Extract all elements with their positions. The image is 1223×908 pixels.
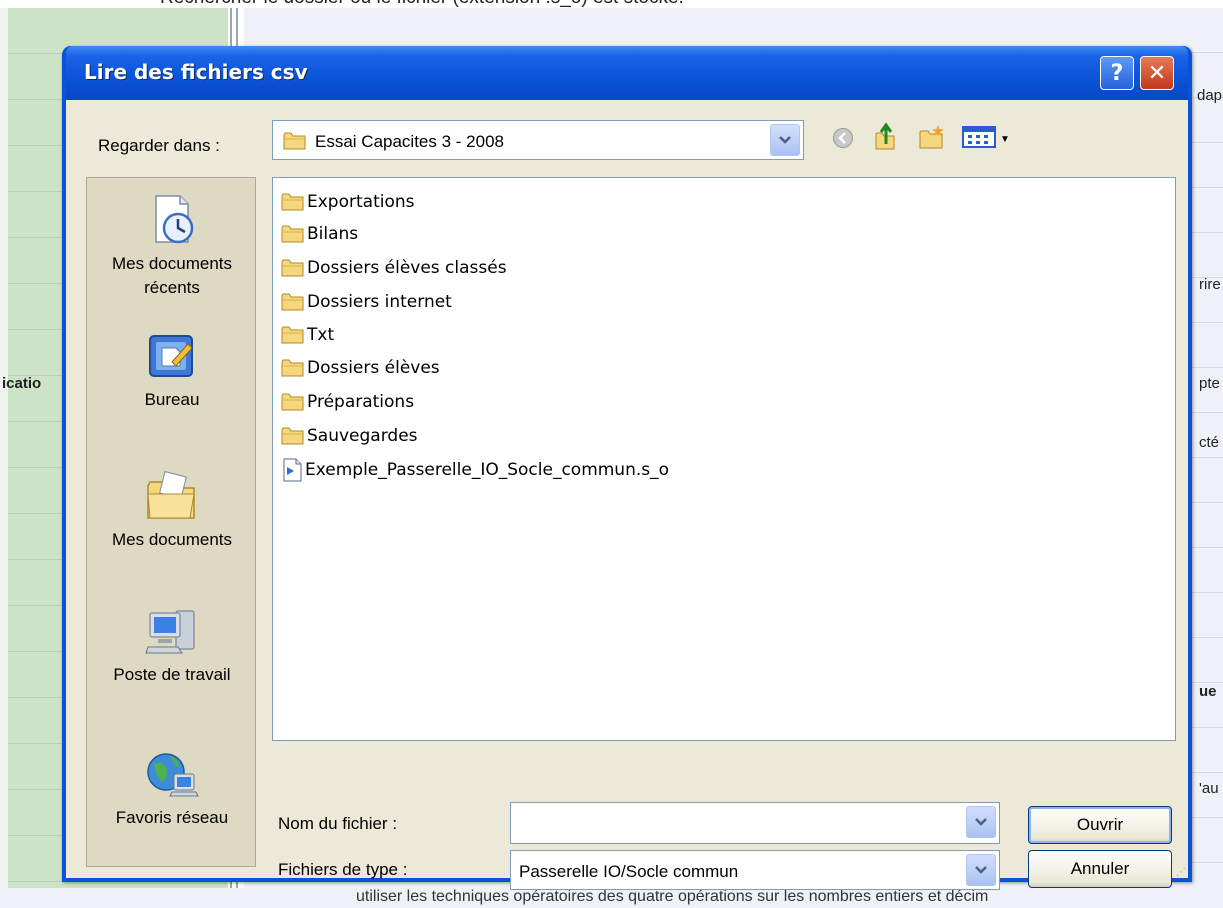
- folder-icon: [281, 293, 304, 311]
- place-label: Mes documents: [112, 530, 232, 549]
- file-name: Exemple_Passerelle_IO_Socle_commun.s_o: [305, 460, 670, 480]
- place-my-computer[interactable]: Poste de travail: [87, 603, 257, 687]
- views-dropdown-arrow-icon[interactable]: ▼: [1000, 134, 1010, 145]
- background-fragment: cté: [1199, 434, 1220, 451]
- filetype-value: Passerelle IO/Socle commun: [519, 862, 739, 881]
- look-in-arrow-button[interactable]: [770, 124, 800, 156]
- folder-icon: [281, 427, 304, 445]
- new-folder-icon[interactable]: [918, 124, 946, 150]
- background-fragment: pte: [1199, 375, 1220, 392]
- chevron-down-icon: [779, 136, 791, 144]
- folder-icon: [281, 225, 304, 243]
- close-button[interactable]: ✕: [1140, 56, 1174, 90]
- file-name: Dossiers élèves: [307, 358, 440, 378]
- dialog-title: Lire des fichiers csv: [84, 60, 308, 84]
- background-fragment: rire: [1199, 276, 1221, 293]
- list-item[interactable]: Exemple_Passerelle_IO_Socle_commun.s_o: [281, 454, 669, 486]
- folder-icon: [281, 393, 304, 411]
- desktop-icon: [149, 335, 193, 377]
- look-in-value: Essai Capacites 3 - 2008: [315, 132, 504, 151]
- file-name: Txt: [307, 325, 335, 345]
- list-item[interactable]: Préparations: [281, 386, 414, 418]
- file-list[interactable]: Exportations Bilans Dossiers élèves clas…: [272, 177, 1176, 741]
- chevron-down-icon: [975, 818, 987, 826]
- look-in-dropdown[interactable]: Essai Capacites 3 - 2008: [272, 120, 804, 160]
- background-fragment: dap: [1197, 87, 1223, 104]
- place-label: Favoris réseau: [115, 808, 229, 827]
- place-label: Mes documents: [112, 254, 232, 273]
- filetype-label: Fichiers de type :: [278, 860, 408, 879]
- background-left-edge: [0, 8, 8, 908]
- background-fragment: 'au: [1199, 780, 1219, 797]
- file-name: Sauvegardes: [307, 426, 418, 446]
- look-in-label: Regarder dans :: [98, 136, 220, 155]
- list-item[interactable]: Txt: [281, 319, 334, 351]
- place-network-places[interactable]: Favoris réseau: [87, 746, 257, 830]
- place-my-documents[interactable]: Mes documents: [87, 468, 257, 552]
- my-computer-icon: [145, 610, 195, 654]
- folder-icon: [283, 132, 306, 150]
- file-name: Dossiers élèves classés: [307, 258, 507, 278]
- background-header: Rechercher le dossier où le fichier (ext…: [0, 0, 1223, 8]
- list-item[interactable]: Bilans: [281, 218, 358, 250]
- dialog-titlebar[interactable]: Lire des fichiers csv ? ✕: [66, 46, 1188, 100]
- background-fragment: icatio: [2, 375, 42, 392]
- chevron-down-icon: [975, 866, 987, 874]
- views-menu-icon[interactable]: [962, 126, 996, 148]
- list-item[interactable]: Sauvegardes: [281, 420, 418, 452]
- place-label: Poste de travail: [113, 665, 231, 684]
- folder-icon: [281, 193, 304, 211]
- place-label: Bureau: [144, 390, 200, 409]
- filetype-select[interactable]: Passerelle IO/Socle commun: [510, 850, 1000, 890]
- background-bottom-text: utiliser les techniques opératoires des …: [356, 888, 989, 905]
- cancel-button[interactable]: Annuler: [1028, 850, 1172, 888]
- background-fragment: ue: [1199, 683, 1217, 700]
- list-item[interactable]: Exportations: [281, 186, 415, 218]
- up-folder-icon[interactable]: [872, 122, 898, 152]
- open-button[interactable]: Ouvrir: [1028, 806, 1172, 844]
- filetype-dropdown-button[interactable]: [966, 854, 996, 886]
- network-places-icon: [147, 753, 199, 797]
- places-bar: Mes documents récents Bureau Mes documen…: [86, 177, 256, 867]
- folder-icon: [281, 326, 304, 344]
- file-name: Bilans: [307, 224, 359, 244]
- list-item[interactable]: Dossiers élèves: [281, 352, 440, 384]
- open-file-dialog: Lire des fichiers csv ? ✕ Regarder dans …: [62, 46, 1192, 890]
- place-label: récents: [144, 278, 200, 297]
- filename-dropdown-button[interactable]: [966, 806, 996, 838]
- filename-label: Nom du fichier :: [278, 814, 398, 833]
- recent-documents-icon: [155, 195, 194, 244]
- list-item[interactable]: Dossiers internet: [281, 286, 452, 318]
- my-documents-icon: [147, 471, 195, 519]
- help-button[interactable]: ?: [1100, 56, 1134, 90]
- file-name: Exportations: [307, 192, 415, 212]
- file-name: Dossiers internet: [307, 292, 452, 312]
- filename-input[interactable]: [510, 802, 1000, 844]
- folder-icon: [281, 259, 304, 277]
- place-recent-documents[interactable]: Mes documents récents: [87, 192, 257, 300]
- file-icon: [283, 458, 302, 482]
- folder-icon: [281, 359, 304, 377]
- place-desktop[interactable]: Bureau: [87, 328, 257, 412]
- file-name: Préparations: [307, 392, 415, 412]
- resize-grip-icon[interactable]: ⋰: [1176, 868, 1186, 878]
- background-footer: utiliser les techniques opératoires des …: [0, 888, 1223, 908]
- back-icon[interactable]: [832, 127, 854, 149]
- list-item[interactable]: Dossiers élèves classés: [281, 252, 507, 284]
- background-instruction: Rechercher le dossier où le fichier (ext…: [160, 0, 684, 8]
- dialog-body: Regarder dans : Essai Capacites 3 - 2008: [66, 100, 1188, 890]
